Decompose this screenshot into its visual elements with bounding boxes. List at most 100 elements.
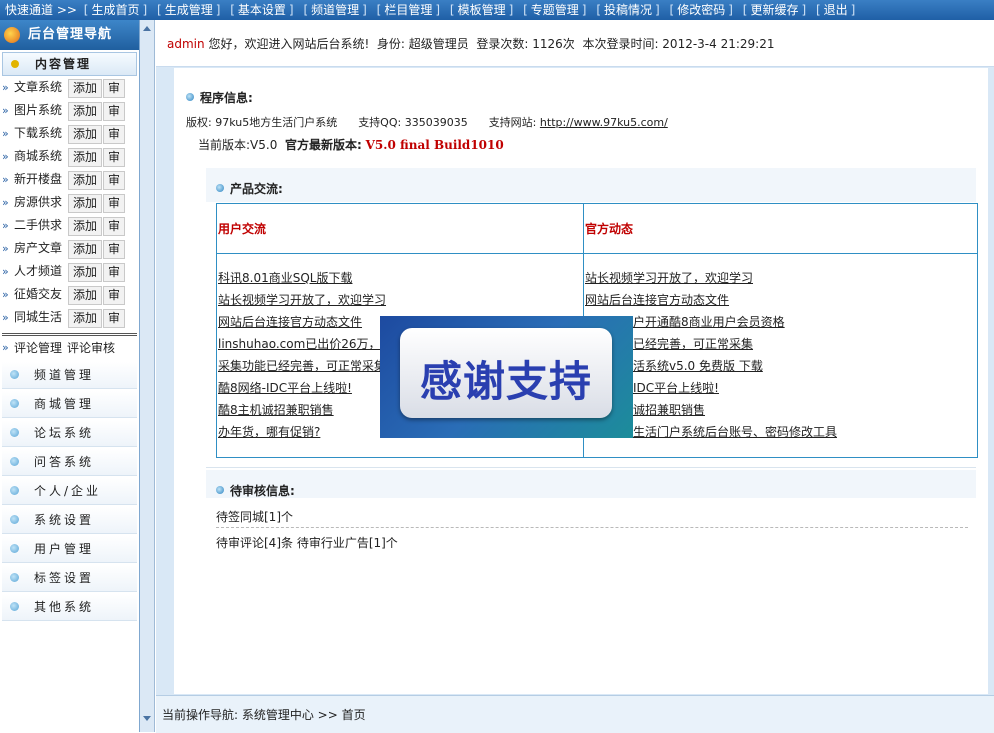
chevron-right-icon: »	[2, 127, 9, 140]
user-exchange-link[interactable]: 科讯8.01商业SQL版下载	[218, 269, 352, 286]
official-news-link[interactable]: 网站后台连接官方动态文件	[585, 291, 729, 308]
group-bullet-icon	[10, 457, 19, 466]
user-exchange-link[interactable]: 站长视频学习开放了，欢迎学习	[218, 291, 386, 308]
sidebar-group[interactable]: 个人/企业	[2, 478, 137, 505]
official-news-link[interactable]: 已经完善，可正常采集	[633, 335, 753, 352]
sidebar-item: » 商城系统 添加审	[0, 145, 139, 168]
top-link-logout[interactable]: 退出	[824, 3, 848, 17]
user-exchange-link[interactable]: linshuhao.com已出价26万，正	[218, 335, 393, 352]
user-exchange-link[interactable]: 酷8主机诚招兼职销售	[218, 401, 334, 418]
column-official-news: 官方动态	[585, 222, 634, 236]
official-news-link[interactable]: 户开通酷8商业用户会员资格	[633, 313, 785, 330]
section-dot-icon	[11, 60, 19, 68]
sidebar-item-label[interactable]: 同城生活	[14, 306, 62, 329]
review-button[interactable]: 审	[103, 79, 125, 98]
add-button[interactable]: 添加	[68, 171, 102, 190]
sidebar-group[interactable]: 标签设置	[2, 565, 137, 592]
top-link-topic-manage[interactable]: 专题管理	[531, 3, 579, 17]
sidebar-item: » 同城生活 添加审	[0, 306, 139, 329]
current-version: 当前版本:V5.0	[198, 138, 278, 152]
add-button[interactable]: 添加	[68, 148, 102, 167]
sidebar-group-label: 商城管理	[34, 397, 95, 411]
review-button[interactable]: 审	[103, 148, 125, 167]
top-link-basic-settings[interactable]: 基本设置	[238, 3, 286, 17]
scroll-down-icon[interactable]	[143, 716, 151, 721]
sidebar-item-label[interactable]: 文章系统	[14, 76, 62, 99]
official-news-link[interactable]: 生活门户系统后台账号、密码修改工具	[633, 423, 837, 440]
sidebar-item-label[interactable]: 房源供求	[14, 191, 62, 214]
review-button[interactable]: 审	[103, 309, 125, 328]
sidebar-group[interactable]: 论坛系统	[2, 420, 137, 447]
footer-breadcrumb: 当前操作导航: 系统管理中心 >> 首页	[156, 695, 994, 733]
sidebar-item: » 下载系统 添加审	[0, 122, 139, 145]
add-button[interactable]: 添加	[68, 79, 102, 98]
official-news-link[interactable]: 活系统v5.0 免费版 下载	[633, 357, 763, 374]
sidebar-item-label[interactable]: 征婚交友	[14, 283, 62, 306]
review-button[interactable]: 审	[103, 286, 125, 305]
pending-title-bar	[206, 470, 976, 498]
top-link-channel-manage[interactable]: 频道管理	[311, 3, 359, 17]
sidebar-group[interactable]: 用户管理	[2, 536, 137, 563]
sidebar-item-label[interactable]: 商城系统	[14, 145, 62, 168]
add-button[interactable]: 添加	[68, 217, 102, 236]
thanks-card: 感谢支持	[400, 328, 612, 418]
review-button[interactable]: 审	[103, 125, 125, 144]
chevron-right-icon: »	[2, 104, 9, 117]
chevron-right-icon: »	[2, 341, 9, 354]
review-button[interactable]: 审	[103, 171, 125, 190]
official-news-link[interactable]: 诚招兼职销售	[633, 401, 705, 418]
pending-comments-ads[interactable]: 待审评论[4]条 待审行业广告[1]个	[216, 534, 398, 551]
add-button[interactable]: 添加	[68, 240, 102, 259]
add-button[interactable]: 添加	[68, 125, 102, 144]
sidebar-group[interactable]: 系统设置	[2, 507, 137, 534]
top-link-submissions[interactable]: 投稿情况	[604, 3, 652, 17]
sidebar-group[interactable]: 问答系统	[2, 449, 137, 476]
add-button[interactable]: 添加	[68, 286, 102, 305]
sidebar-group[interactable]: 其他系统	[2, 594, 137, 621]
add-button[interactable]: 添加	[68, 263, 102, 282]
user-exchange-link[interactable]: 网站后台连接官方动态文件	[218, 313, 362, 330]
pending-city[interactable]: 待签同城[1]个	[216, 508, 293, 525]
sidebar-group[interactable]: 商城管理	[2, 391, 137, 418]
official-news-link[interactable]: 站长视频学习开放了，欢迎学习	[585, 269, 753, 286]
review-button[interactable]: 审	[103, 194, 125, 213]
group-nav-list: 频道管理商城管理论坛系统问答系统个人/企业系统设置用户管理 标签设置 其他系统	[0, 362, 139, 621]
section-content-manage[interactable]: 内容管理	[2, 52, 137, 76]
sidebar-group-label: 问答系统	[34, 455, 95, 469]
user-exchange-link[interactable]: 采集功能已经完善，可正常采集	[218, 357, 386, 374]
comment-manage-link[interactable]: 评论管理	[14, 336, 62, 360]
top-link-column-manage[interactable]: 栏目管理	[384, 3, 432, 17]
sidebar-item-label[interactable]: 图片系统	[14, 99, 62, 122]
breadcrumb-text: 当前操作导航: 系统管理中心 >> 首页	[162, 708, 366, 722]
sidebar-item-label[interactable]: 人才频道	[14, 260, 62, 283]
scroll-up-icon[interactable]	[143, 26, 151, 31]
user-exchange-link[interactable]: 酷8网络-IDC平台上线啦!	[218, 379, 352, 396]
add-button[interactable]: 添加	[68, 102, 102, 121]
support-site-label: 支持网站:	[488, 116, 537, 129]
sidebar-group[interactable]: 频道管理	[2, 362, 137, 389]
review-button[interactable]: 审	[103, 240, 125, 259]
review-button[interactable]: 审	[103, 217, 125, 236]
sidebar-item-label[interactable]: 房产文章	[14, 237, 62, 260]
comment-review-link[interactable]: 评论审核	[67, 336, 115, 360]
top-link-generate-manage[interactable]: 生成管理	[165, 3, 213, 17]
sidebar-header: 后台管理导航	[0, 20, 139, 50]
sidebar-scrollbar[interactable]	[140, 20, 155, 732]
support-site-link[interactable]: http://www.97ku5.com/	[540, 116, 668, 129]
top-link-template-manage[interactable]: 模板管理	[458, 3, 506, 17]
add-button[interactable]: 添加	[68, 309, 102, 328]
chevron-right-icon: »	[2, 150, 9, 163]
top-link-generate-home[interactable]: 生成首页	[91, 3, 139, 17]
review-button[interactable]: 审	[103, 102, 125, 121]
user-exchange-link[interactable]: 办年货，哪有促销?	[218, 423, 320, 440]
sidebar-item-label[interactable]: 二手供求	[14, 214, 62, 237]
chevron-right-icon: »	[2, 288, 9, 301]
review-button[interactable]: 审	[103, 263, 125, 282]
official-news-link[interactable]: IDC平台上线啦!	[633, 379, 719, 396]
top-link-update-cache[interactable]: 更新缓存	[750, 3, 798, 17]
add-button[interactable]: 添加	[68, 194, 102, 213]
sidebar-item-label[interactable]: 新开楼盘	[14, 168, 62, 191]
top-link-change-password[interactable]: 修改密码	[677, 3, 725, 17]
sidebar-group-label: 系统设置	[34, 513, 95, 527]
sidebar-item-label[interactable]: 下载系统	[14, 122, 62, 145]
